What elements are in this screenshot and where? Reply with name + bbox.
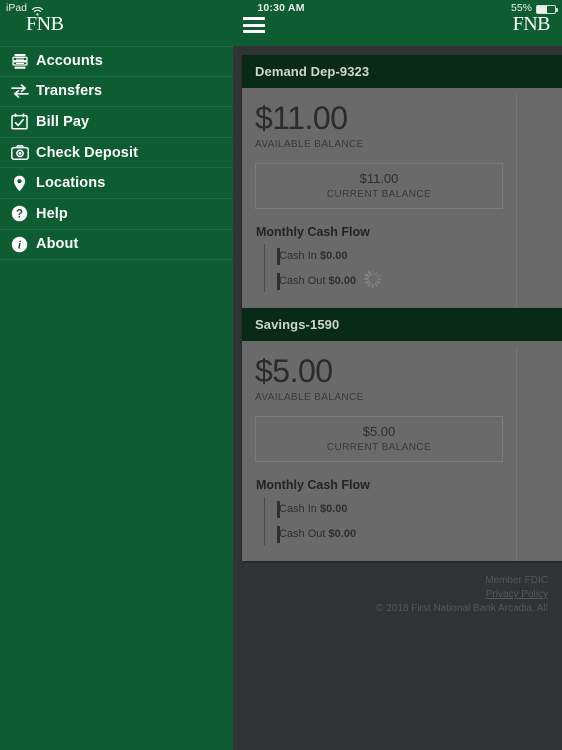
account-card-body: $11.00 AVAILABLE BALANCE $11.00 CURRENT … bbox=[242, 88, 562, 308]
current-balance-label: CURRENT BALANCE bbox=[326, 441, 432, 453]
cash-out-bar bbox=[277, 272, 280, 290]
bill-pay-icon bbox=[7, 111, 32, 133]
main-panel: FNB Demand Dep-9323 $11.00 AVAILABLE BAL… bbox=[233, 0, 562, 750]
sidebar-item-label: Help bbox=[36, 205, 68, 222]
sidebar-item-label: Check Deposit bbox=[36, 144, 139, 161]
svg-text:?: ? bbox=[16, 209, 23, 221]
current-balance-box[interactable]: $11.00 CURRENT BALANCE bbox=[255, 162, 503, 209]
drawer-menu: Accounts Transfers Bill Pay Check Deposi… bbox=[0, 46, 233, 261]
sidebar-item-label: About bbox=[36, 236, 79, 253]
available-balance-label: AVAILABLE BALANCE bbox=[255, 391, 364, 403]
sidebar-item-locations[interactable]: Locations bbox=[0, 168, 233, 199]
account-detail-pane bbox=[516, 94, 562, 308]
account-card-body: $5.00 AVAILABLE BALANCE $5.00 CURRENT BA… bbox=[242, 341, 562, 561]
accounts-scroll-area[interactable]: Demand Dep-9323 $11.00 AVAILABLE BALANCE… bbox=[233, 46, 562, 750]
help-question-icon: ? bbox=[7, 203, 32, 225]
account-card-title: Demand Dep-9323 bbox=[242, 55, 562, 88]
cash-out-row: Cash Out $0.00 bbox=[256, 522, 516, 547]
account-card[interactable]: Savings-1590 $5.00 AVAILABLE BALANCE $5.… bbox=[242, 308, 562, 561]
sidebar-item-bill-pay[interactable]: Bill Pay bbox=[0, 107, 233, 138]
status-time: 10:30 AM bbox=[257, 2, 305, 14]
cash-in-row: Cash In $0.00 bbox=[256, 497, 516, 522]
status-bar: iPad 10:30 AM 55% bbox=[0, 0, 562, 16]
account-card-title: Savings-1590 bbox=[242, 308, 562, 341]
cash-out-label: Cash Out bbox=[279, 528, 326, 541]
activity-spinner-icon bbox=[364, 269, 383, 288]
navigation-drawer: FNB Accounts Transfers Bill Pay Check De… bbox=[0, 0, 233, 750]
fdic-text: Member FDIC bbox=[485, 575, 548, 586]
sidebar-item-check-deposit[interactable]: Check Deposit bbox=[0, 138, 233, 169]
sidebar-item-label: Locations bbox=[36, 175, 106, 192]
monthly-cash-flow-title: Monthly Cash Flow bbox=[256, 224, 370, 239]
hamburger-menu-icon[interactable] bbox=[241, 16, 267, 34]
cash-in-value: $0.00 bbox=[319, 503, 348, 516]
transfers-icon bbox=[7, 80, 32, 102]
account-card[interactable]: Demand Dep-9323 $11.00 AVAILABLE BALANCE… bbox=[242, 55, 562, 308]
monthly-cash-flow-chart: Cash In $0.00 Cash Out $0.00 bbox=[242, 243, 516, 294]
available-balance-amount: $11.00 bbox=[255, 100, 348, 136]
current-balance-amount: $11.00 bbox=[359, 170, 399, 186]
account-summary: $11.00 AVAILABLE BALANCE $11.00 CURRENT … bbox=[242, 88, 516, 308]
sidebar-item-transfers[interactable]: Transfers bbox=[0, 77, 233, 108]
app-root: FNB Demand Dep-9323 $11.00 AVAILABLE BAL… bbox=[0, 0, 562, 750]
cash-in-label: Cash In bbox=[279, 250, 317, 263]
cash-out-bar bbox=[277, 525, 280, 543]
cash-in-value: $0.00 bbox=[319, 250, 348, 263]
cash-in-label: Cash In bbox=[279, 503, 317, 516]
cash-in-row: Cash In $0.00 bbox=[256, 244, 516, 269]
page-footer: Member FDIC Privacy Policy © 2018 First … bbox=[233, 574, 562, 616]
privacy-policy-link[interactable]: Privacy Policy bbox=[486, 589, 548, 600]
cash-out-label: Cash Out bbox=[279, 275, 326, 288]
sidebar-item-label: Bill Pay bbox=[36, 113, 90, 130]
account-detail-pane bbox=[516, 347, 562, 561]
monthly-cash-flow-title: Monthly Cash Flow bbox=[256, 477, 370, 492]
locations-pin-icon bbox=[7, 172, 32, 194]
copyright-text: © 2018 First National Bank Arcadia. All bbox=[376, 603, 548, 614]
sidebar-item-help[interactable]: ? Help bbox=[0, 199, 233, 230]
sidebar-item-accounts[interactable]: Accounts bbox=[0, 46, 233, 77]
sidebar-item-about[interactable]: i About bbox=[0, 230, 233, 261]
about-info-icon: i bbox=[7, 233, 32, 255]
cash-out-value: $0.00 bbox=[328, 528, 357, 541]
current-balance-amount: $5.00 bbox=[362, 423, 396, 439]
cash-out-row: Cash Out $0.00 bbox=[256, 269, 516, 294]
sidebar-item-label: Transfers bbox=[36, 83, 103, 100]
monthly-cash-flow-chart: Cash In $0.00 Cash Out $0.00 bbox=[242, 496, 516, 547]
account-summary: $5.00 AVAILABLE BALANCE $5.00 CURRENT BA… bbox=[242, 341, 516, 561]
check-deposit-icon bbox=[7, 142, 32, 164]
available-balance-label: AVAILABLE BALANCE bbox=[255, 138, 364, 150]
accounts-icon bbox=[7, 50, 32, 72]
cash-in-bar bbox=[277, 247, 280, 265]
status-battery: 55% bbox=[510, 0, 558, 16]
current-balance-label: CURRENT BALANCE bbox=[326, 188, 432, 200]
current-balance-box[interactable]: $5.00 CURRENT BALANCE bbox=[255, 415, 503, 462]
cash-in-bar bbox=[277, 500, 280, 518]
battery-icon bbox=[536, 4, 558, 14]
available-balance-amount: $5.00 bbox=[255, 353, 333, 389]
battery-percent-label: 55% bbox=[510, 2, 532, 14]
nav-fnb-logo: FNB bbox=[512, 13, 551, 35]
drawer-fnb-logo: FNB bbox=[26, 13, 64, 35]
sidebar-item-label: Accounts bbox=[36, 53, 103, 70]
cash-out-value: $0.00 bbox=[328, 275, 357, 288]
